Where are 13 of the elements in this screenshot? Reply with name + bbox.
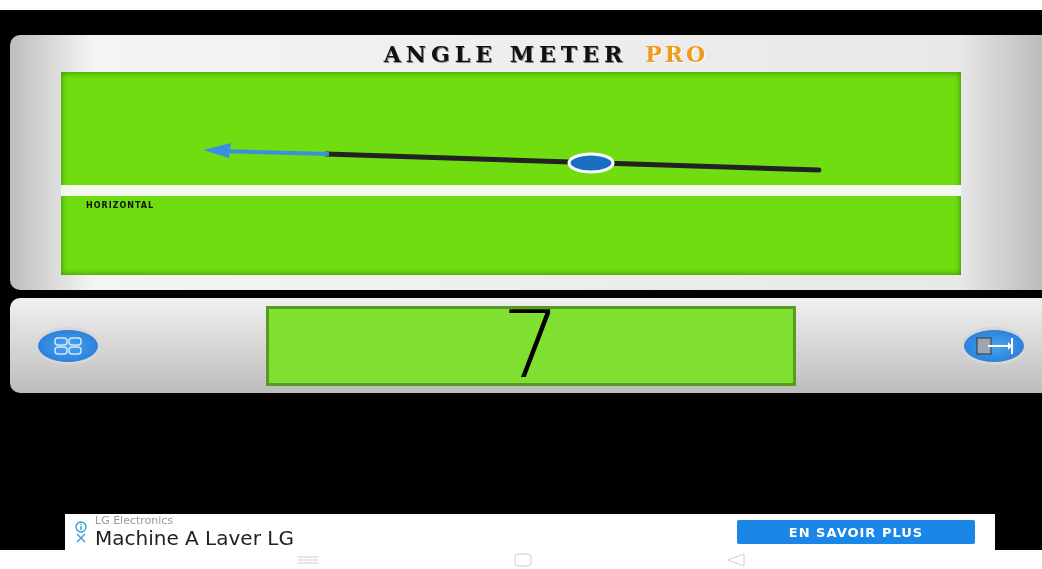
grid-icon <box>53 335 83 356</box>
learn-more-button[interactable]: EN SAVOIR PLUS <box>737 520 975 544</box>
app-title: ANGLE METER <box>383 40 628 67</box>
home-icon[interactable] <box>514 552 532 567</box>
back-icon[interactable] <box>726 552 745 567</box>
advertiser-name: LG Electronics <box>95 515 175 527</box>
arrow-icon <box>974 334 1014 357</box>
pro-label: PRO <box>645 40 709 67</box>
close-icon[interactable] <box>75 533 87 543</box>
reference-label: HORIZONTAL <box>86 201 156 210</box>
ad-headline: Machine A Laver LG <box>95 527 295 549</box>
info-icon[interactable] <box>75 521 87 533</box>
angle-value: 7 <box>501 305 561 386</box>
